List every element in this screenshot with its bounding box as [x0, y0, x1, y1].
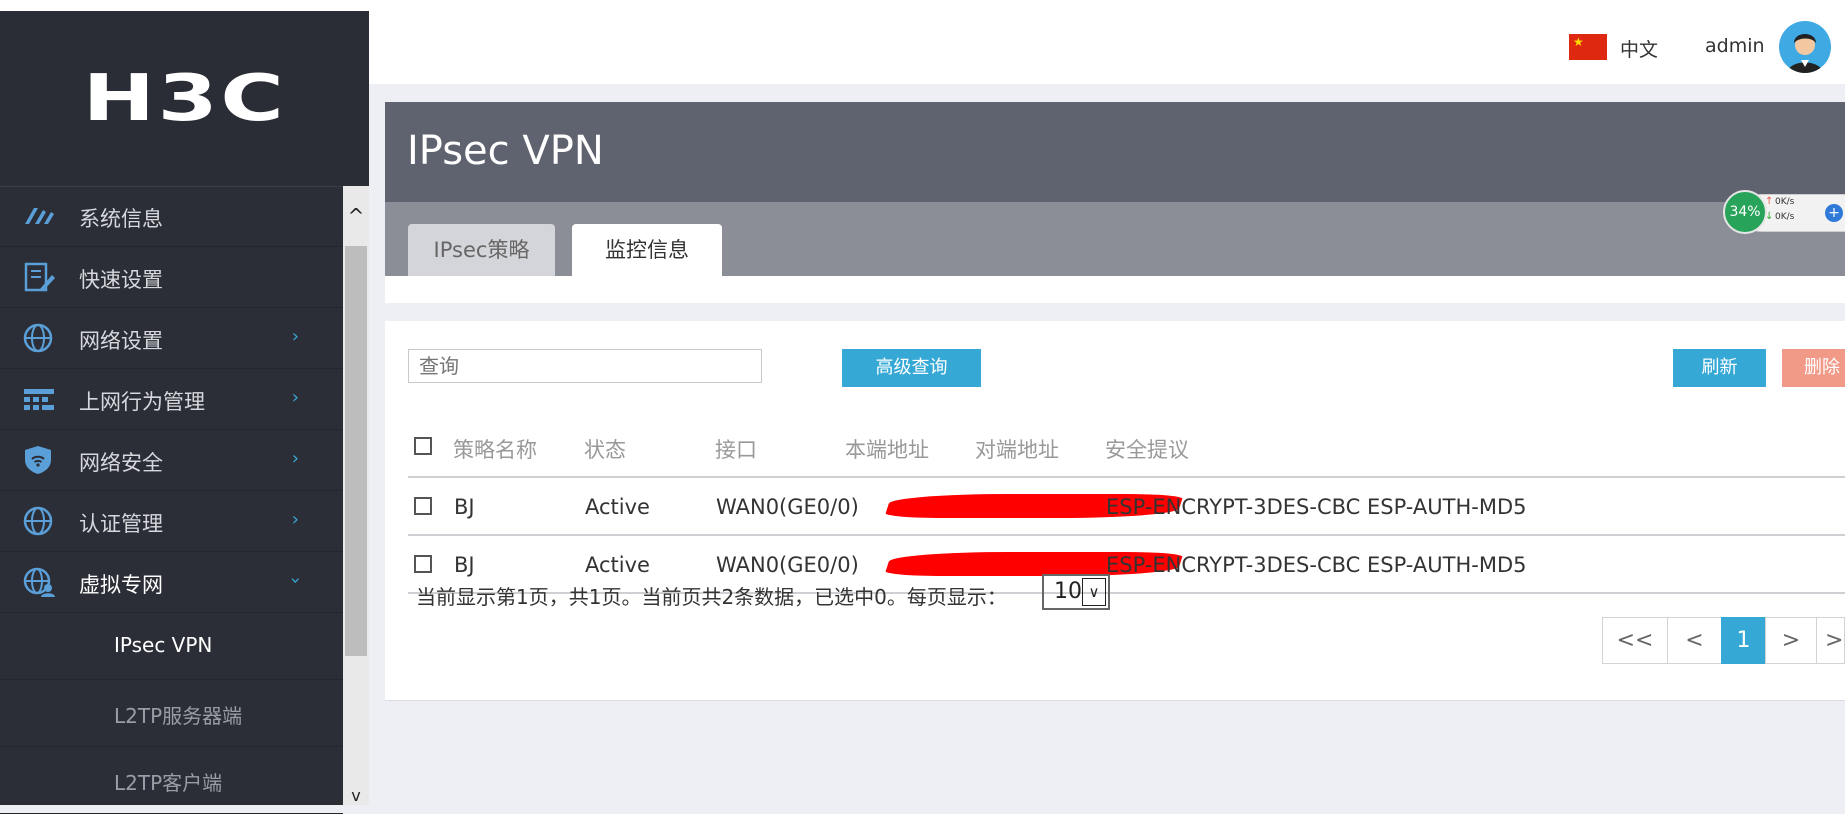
column-header-policy-name[interactable]: 策略名称 [453, 434, 537, 464]
table-row[interactable]: BJ Active WAN0(GE0/0) ESP-ENCRYPT-3DES-C… [408, 478, 1845, 536]
scrollbar-thumb[interactable] [345, 246, 367, 656]
h3c-logo: H3C [82, 61, 287, 136]
tab-body-strip [385, 276, 1845, 303]
chevron-right-icon: › [291, 326, 299, 347]
delete-button[interactable]: 删除 [1782, 349, 1845, 387]
cell-proposal: ESP-ENCRYPT-3DES-CBC ESP-AUTH-MD5 [1106, 495, 1527, 519]
cell-proposal: ESP-ENCRYPT-3DES-CBC ESP-AUTH-MD5 [1106, 553, 1527, 577]
prev-page-button[interactable]: < [1667, 617, 1722, 664]
cell-status: Active [585, 495, 650, 519]
search-input[interactable] [408, 349, 762, 383]
first-page-button[interactable]: << [1602, 617, 1668, 664]
column-header-proposal[interactable]: 安全提议 [1105, 434, 1189, 464]
sidebar-item-behavior-management[interactable]: 上网行为管理 › [0, 369, 343, 430]
sidebar-item-label: 认证管理 [79, 512, 163, 536]
sidebar-item-label: 快速设置 [79, 268, 163, 292]
sidebar-item-network-security[interactable]: 网络安全 › [0, 430, 343, 491]
sidebar-subitem-label: IPsec VPN [114, 633, 213, 657]
sidebar-menu: 系统信息 快速设置 网络设置 › 上网行为管理 › 网络安全 › 认证管理 › … [0, 186, 343, 814]
row-checkbox[interactable] [414, 555, 432, 573]
sidebar-scrollbar[interactable]: ^ v [343, 186, 369, 805]
user-avatar-icon [1787, 34, 1823, 73]
tab-bar: IPsec策略 监控信息 [385, 202, 1845, 276]
sidebar-item-label: 上网行为管理 [79, 390, 205, 414]
cell-interface: WAN0(GE0/0) [716, 553, 859, 577]
table-header-row: 策略名称 状态 接口 本端地址 对端地址 安全提议 [408, 416, 1845, 478]
download-speed: 0K/s [1775, 212, 1795, 222]
sidebar: H3C 系统信息 快速设置 网络设置 › 上网行为管理 › 网络安全 › 认证管… [0, 11, 369, 814]
sidebar-item-auth-management[interactable]: 认证管理 › [0, 491, 343, 552]
tab-ipsec-policy[interactable]: IPsec策略 [408, 224, 555, 276]
cell-interface: WAN0(GE0/0) [716, 495, 859, 519]
page-size-value: 10 [1054, 579, 1082, 604]
cell-policy-name: BJ [454, 495, 475, 519]
sidebar-item-quick-setup[interactable]: 快速设置 [0, 247, 343, 308]
refresh-button[interactable]: 刷新 [1673, 349, 1766, 387]
language-selector[interactable]: 中文 [1620, 35, 1658, 62]
page-size-select[interactable]: 10 ∨ [1042, 574, 1110, 610]
pagination-summary: 当前显示第1页，共1页。当前页共2条数据，已选中0。每页显示： [416, 585, 1007, 609]
dashboard-icon [25, 208, 54, 224]
last-page-button[interactable]: >> [1816, 617, 1845, 664]
column-header-interface[interactable]: 接口 [715, 434, 757, 464]
scroll-up-icon[interactable]: ^ [343, 186, 369, 246]
sidebar-item-system-info[interactable]: 系统信息 [0, 186, 343, 247]
chevron-down-icon: › [284, 576, 306, 585]
sidebar-subitem-label: L2TP客户端 [114, 771, 223, 795]
page-title: IPsec VPN [407, 128, 604, 174]
sa-table: 策略名称 状态 接口 本端地址 对端地址 安全提议 BJ Active WAN0… [408, 416, 1845, 594]
chevron-right-icon: › [291, 509, 299, 530]
sidebar-item-network-settings[interactable]: 网络设置 › [0, 308, 343, 369]
page-button-current[interactable]: 1 [1721, 617, 1766, 664]
sidebar-subitem-label: L2TP服务器端 [114, 704, 243, 728]
next-page-button[interactable]: > [1765, 617, 1817, 664]
scroll-down-icon[interactable]: v [343, 786, 369, 805]
sidebar-item-label: 网络安全 [79, 451, 163, 475]
tab-monitor-info[interactable]: 监控信息 [572, 224, 722, 276]
vpn-globe-icon [23, 567, 55, 597]
advanced-query-button[interactable]: 高级查询 [842, 349, 981, 387]
row-checkbox[interactable] [414, 497, 432, 515]
logo-area: H3C [0, 11, 369, 187]
upload-speed: 0K/s [1775, 197, 1795, 207]
chevron-right-icon: › [291, 387, 299, 408]
monitor-percent: 34% [1723, 190, 1767, 234]
page-title-panel: IPsec VPN [385, 102, 1845, 202]
chevron-down-icon: ∨ [1082, 578, 1106, 606]
sidebar-subitem-l2tp-server[interactable]: L2TP服务器端 [0, 680, 343, 747]
chevron-right-icon: › [291, 448, 299, 469]
sidebar-item-label: 虚拟专网 [79, 573, 163, 597]
sidebar-subitem-ipsec-vpn[interactable]: IPsec VPN [0, 613, 343, 680]
globe-icon [23, 323, 53, 353]
sidebar-item-vpn[interactable]: 虚拟专网 › [0, 552, 343, 613]
sidebar-subitem-l2tp-client[interactable]: L2TP客户端 [0, 747, 343, 814]
column-header-peer-address[interactable]: 对端地址 [975, 434, 1059, 464]
arrow-down-icon: ↓ [1765, 211, 1774, 222]
network-monitor-widget[interactable]: 34% ↑ 0K/s ↓ 0K/s + [1723, 190, 1845, 236]
column-header-local-address[interactable]: 本端地址 [845, 434, 929, 464]
shield-icon [25, 446, 51, 474]
behavior-management-icon [24, 389, 54, 410]
sidebar-item-label: 网络设置 [79, 329, 163, 353]
select-all-checkbox[interactable] [414, 437, 432, 455]
china-flag-icon[interactable]: ★ [1569, 34, 1607, 60]
avatar[interactable] [1779, 21, 1831, 73]
cell-policy-name: BJ [454, 553, 475, 577]
top-header: ★ 中文 admin [369, 11, 1845, 84]
cell-status: Active [585, 553, 650, 577]
sidebar-item-label: 系统信息 [79, 207, 163, 231]
column-header-status[interactable]: 状态 [584, 434, 626, 464]
globe-icon [23, 506, 53, 536]
quick-setup-icon [24, 262, 55, 292]
plus-icon[interactable]: + [1825, 204, 1843, 222]
arrow-up-icon: ↑ [1765, 196, 1774, 207]
username[interactable]: admin [1705, 35, 1765, 57]
